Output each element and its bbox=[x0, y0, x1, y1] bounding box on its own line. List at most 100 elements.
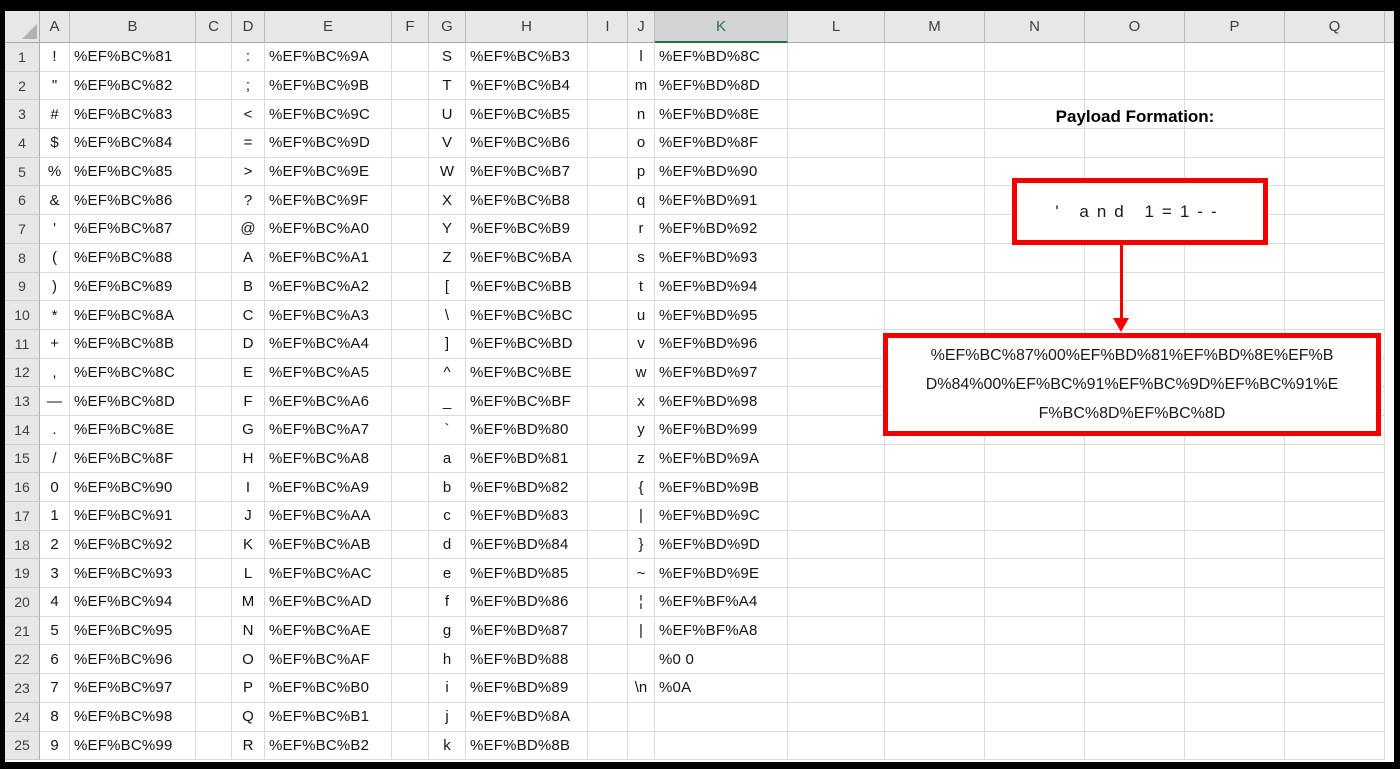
cell-J11[interactable]: v bbox=[628, 329, 655, 359]
cell-P8[interactable] bbox=[1185, 243, 1285, 273]
cell-C13[interactable] bbox=[196, 387, 232, 416]
cell-I21[interactable] bbox=[588, 616, 628, 646]
cell-B11[interactable]: %EF%BC%8B bbox=[70, 329, 196, 359]
cell-I8[interactable] bbox=[588, 243, 628, 273]
cell-K11[interactable]: %EF%BD%96 bbox=[655, 329, 788, 359]
cell-N19[interactable] bbox=[985, 559, 1085, 589]
cell-H6[interactable]: %EF%BC%B8 bbox=[466, 186, 588, 216]
cell-L17[interactable] bbox=[788, 502, 885, 531]
cell-F11[interactable] bbox=[392, 329, 429, 359]
cell-E12[interactable]: %EF%BC%A5 bbox=[265, 358, 392, 388]
cell-P2[interactable] bbox=[1185, 71, 1285, 101]
cell-K7[interactable]: %EF%BD%92 bbox=[655, 215, 788, 244]
cell-Q6[interactable] bbox=[1285, 186, 1385, 216]
cell-J5[interactable]: p bbox=[628, 157, 655, 187]
cell-A17[interactable]: 1 bbox=[40, 502, 70, 531]
row-header-21[interactable]: 21 bbox=[5, 616, 40, 646]
cell-N18[interactable] bbox=[985, 530, 1085, 560]
cell-N24[interactable] bbox=[985, 702, 1085, 732]
cell-P19[interactable] bbox=[1185, 559, 1285, 589]
cell-D6[interactable]: ? bbox=[232, 186, 265, 216]
cell-E1[interactable]: %EF%BC%9A bbox=[265, 43, 392, 72]
cell-I5[interactable] bbox=[588, 157, 628, 187]
cell-G7[interactable]: Y bbox=[429, 215, 466, 244]
cell-A20[interactable]: 4 bbox=[40, 588, 70, 617]
cell-O5[interactable] bbox=[1085, 157, 1185, 187]
cell-B14[interactable]: %EF%BC%8E bbox=[70, 415, 196, 445]
cell-G2[interactable]: T bbox=[429, 71, 466, 101]
cell-D15[interactable]: H bbox=[232, 444, 265, 474]
cell-A2[interactable]: " bbox=[40, 71, 70, 101]
cell-A15[interactable]: / bbox=[40, 444, 70, 474]
cell-Q22[interactable] bbox=[1285, 645, 1385, 675]
cell-F13[interactable] bbox=[392, 387, 429, 416]
cell-P21[interactable] bbox=[1185, 616, 1285, 646]
cell-E17[interactable]: %EF%BC%AA bbox=[265, 502, 392, 531]
cell-L16[interactable] bbox=[788, 473, 885, 502]
cell-N10[interactable] bbox=[985, 301, 1085, 330]
cell-H17[interactable]: %EF%BD%83 bbox=[466, 502, 588, 531]
cell-Q9[interactable] bbox=[1285, 272, 1385, 302]
cell-B12[interactable]: %EF%BC%8C bbox=[70, 358, 196, 388]
cell-G12[interactable]: ^ bbox=[429, 358, 466, 388]
cell-E8[interactable]: %EF%BC%A1 bbox=[265, 243, 392, 273]
column-header-G[interactable]: G bbox=[429, 11, 466, 43]
cell-L23[interactable] bbox=[788, 674, 885, 703]
row-header-16[interactable]: 16 bbox=[5, 473, 40, 502]
cell-C9[interactable] bbox=[196, 272, 232, 302]
cell-N5[interactable] bbox=[985, 157, 1085, 187]
cell-I19[interactable] bbox=[588, 559, 628, 589]
cell-M4[interactable] bbox=[885, 129, 985, 158]
cell-H7[interactable]: %EF%BC%B9 bbox=[466, 215, 588, 244]
cell-A5[interactable]: % bbox=[40, 157, 70, 187]
cell-D1[interactable]: : bbox=[232, 43, 265, 72]
cell-J14[interactable]: y bbox=[628, 415, 655, 445]
cell-M10[interactable] bbox=[885, 301, 985, 330]
cell-Q1[interactable] bbox=[1285, 43, 1385, 72]
cell-L25[interactable] bbox=[788, 731, 885, 761]
cell-L8[interactable] bbox=[788, 243, 885, 273]
cell-O9[interactable] bbox=[1085, 272, 1185, 302]
cell-L19[interactable] bbox=[788, 559, 885, 589]
cell-J15[interactable]: z bbox=[628, 444, 655, 474]
cell-C7[interactable] bbox=[196, 215, 232, 244]
cell-I9[interactable] bbox=[588, 272, 628, 302]
cell-K5[interactable]: %EF%BD%90 bbox=[655, 157, 788, 187]
cell-C15[interactable] bbox=[196, 444, 232, 474]
cell-Q11[interactable] bbox=[1285, 329, 1385, 359]
cell-F6[interactable] bbox=[392, 186, 429, 216]
cell-H3[interactable]: %EF%BC%B5 bbox=[466, 100, 588, 130]
cell-A10[interactable]: * bbox=[40, 301, 70, 330]
cell-J20[interactable]: ¦ bbox=[628, 588, 655, 617]
cell-P18[interactable] bbox=[1185, 530, 1285, 560]
cell-P4[interactable] bbox=[1185, 129, 1285, 158]
cell-C16[interactable] bbox=[196, 473, 232, 502]
cell-N21[interactable] bbox=[985, 616, 1085, 646]
cell-O25[interactable] bbox=[1085, 731, 1185, 761]
column-header-L[interactable]: L bbox=[788, 11, 885, 43]
cell-C24[interactable] bbox=[196, 702, 232, 732]
cell-G19[interactable]: e bbox=[429, 559, 466, 589]
cell-I1[interactable] bbox=[588, 43, 628, 72]
cell-A14[interactable]: . bbox=[40, 415, 70, 445]
cell-L4[interactable] bbox=[788, 129, 885, 158]
cell-M7[interactable] bbox=[885, 215, 985, 244]
cell-E2[interactable]: %EF%BC%9B bbox=[265, 71, 392, 101]
row-header-5[interactable]: 5 bbox=[5, 157, 40, 187]
cell-J23[interactable]: \n bbox=[628, 674, 655, 703]
cell-H11[interactable]: %EF%BC%BD bbox=[466, 329, 588, 359]
row-header-22[interactable]: 22 bbox=[5, 645, 40, 675]
cell-H12[interactable]: %EF%BC%BE bbox=[466, 358, 588, 388]
cell-J2[interactable]: m bbox=[628, 71, 655, 101]
row-header-17[interactable]: 17 bbox=[5, 502, 40, 531]
cell-O22[interactable] bbox=[1085, 645, 1185, 675]
cell-Q14[interactable] bbox=[1285, 415, 1385, 445]
cell-I16[interactable] bbox=[588, 473, 628, 502]
row-header-2[interactable]: 2 bbox=[5, 71, 40, 101]
cell-O23[interactable] bbox=[1085, 674, 1185, 703]
cell-E11[interactable]: %EF%BC%A4 bbox=[265, 329, 392, 359]
cell-N16[interactable] bbox=[985, 473, 1085, 502]
cell-G15[interactable]: a bbox=[429, 444, 466, 474]
cell-E4[interactable]: %EF%BC%9D bbox=[265, 129, 392, 158]
row-header-20[interactable]: 20 bbox=[5, 588, 40, 617]
